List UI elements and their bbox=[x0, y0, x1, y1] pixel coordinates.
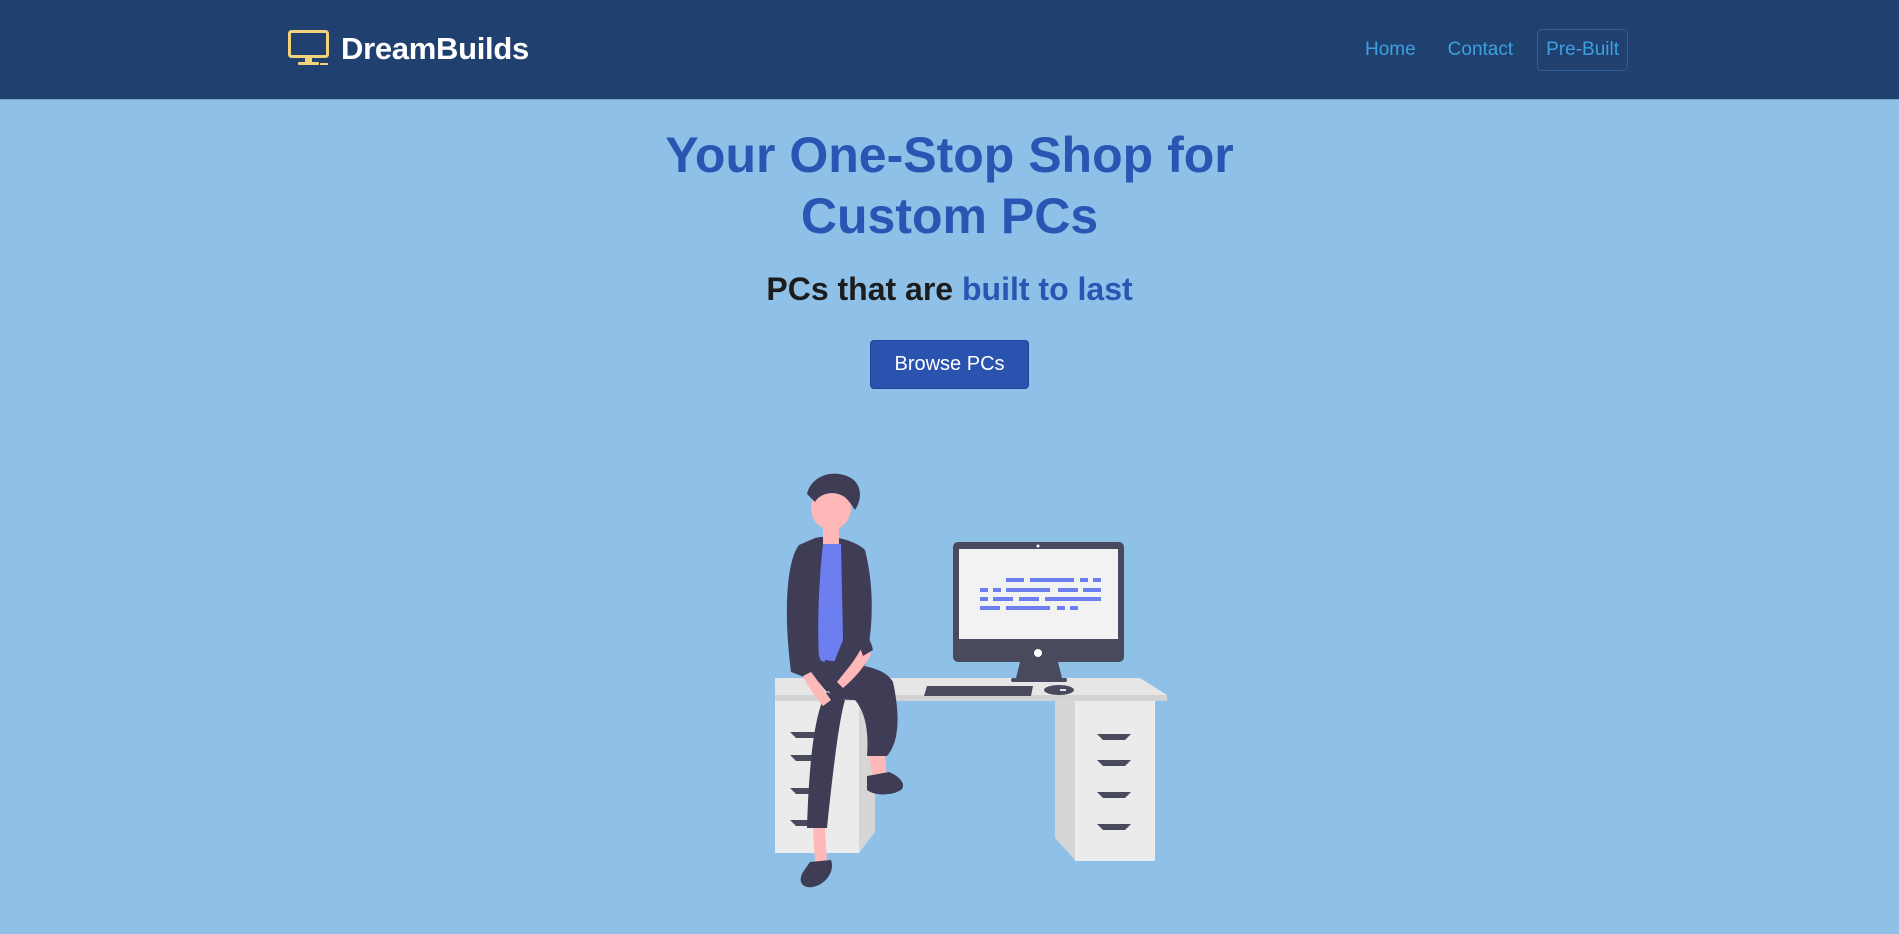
navbar: DreamBuilds Home Contact Pre-Built bbox=[0, 0, 1899, 99]
person-at-desk-illustration bbox=[775, 473, 1167, 888]
monitor-icon bbox=[288, 30, 329, 65]
nav-home-link[interactable]: Home bbox=[1349, 29, 1432, 71]
nav-links: Home Contact Pre-Built bbox=[1349, 29, 1628, 71]
nav-prebuilt-link[interactable]: Pre-Built bbox=[1537, 29, 1628, 71]
brand-logo-link[interactable]: DreamBuilds bbox=[288, 30, 529, 68]
hero-subtitle-accent: built to last bbox=[961, 271, 1133, 307]
nav-contact-link[interactable]: Contact bbox=[1432, 29, 1529, 71]
browse-pcs-button[interactable]: Browse PCs bbox=[870, 340, 1029, 389]
hero-section: Your One-Stop Shop for Custom PCs PCs th… bbox=[0, 99, 1899, 389]
brand-name: DreamBuilds bbox=[341, 31, 529, 66]
hero-title: Your One-Stop Shop for Custom PCs bbox=[665, 127, 1234, 244]
hero-subtitle-prefix: PCs that are bbox=[766, 271, 962, 307]
hero-subtitle: PCs that are built to last bbox=[0, 271, 1899, 308]
